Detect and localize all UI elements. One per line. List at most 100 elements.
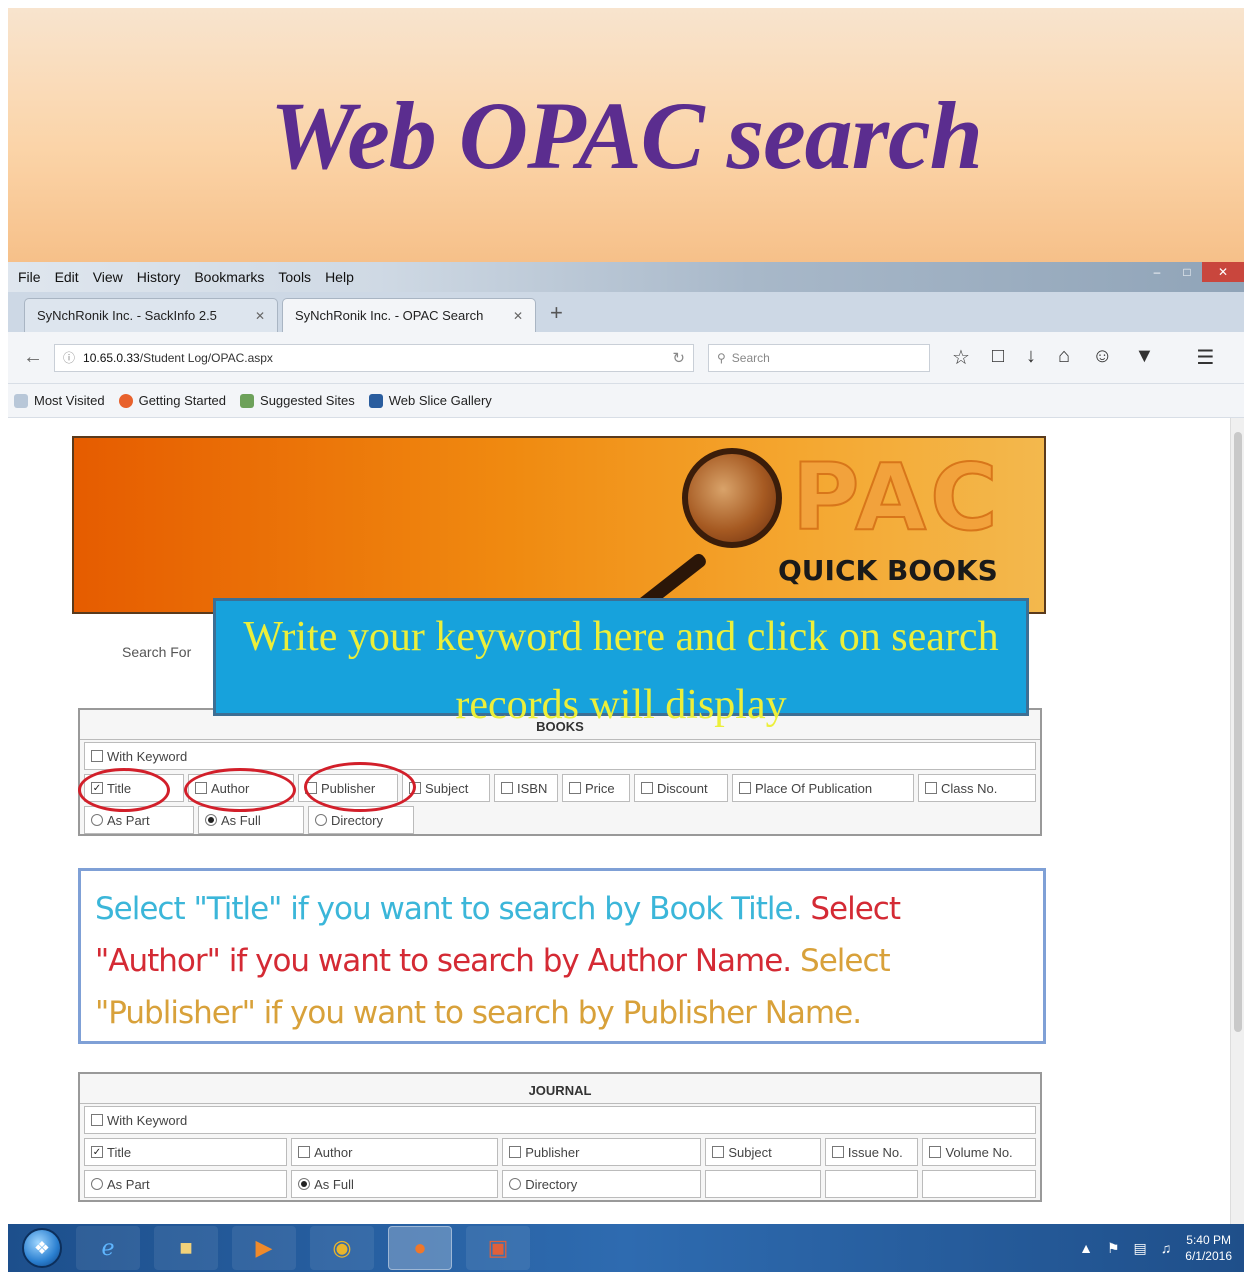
radio-circle	[91, 814, 103, 826]
checkbox-box	[929, 1146, 942, 1158]
bookmark-label: Web Slice Gallery	[388, 393, 492, 408]
checkbox-box	[91, 750, 103, 762]
close-tab-icon[interactable]: ✕	[513, 309, 523, 323]
title-highlight-ring	[78, 768, 170, 812]
journal-title-checkbox[interactable]: ✓ Title	[84, 1138, 288, 1166]
close-window-button[interactable]: ✕	[1202, 262, 1244, 282]
window-controls: – □ ✕	[1142, 262, 1244, 284]
checkbox-label: With Keyword	[107, 748, 188, 764]
journal-match-row: As Part As Full Directory	[84, 1170, 1036, 1200]
checkbox-label: Subject	[425, 780, 469, 796]
checkbox-box	[501, 782, 513, 794]
books-isbn-checkbox[interactable]: ISBN	[494, 774, 558, 802]
journal-fields-row: ✓ Title Author Publisher Subject Issue No…	[84, 1138, 1036, 1168]
books-discount-checkbox[interactable]: Discount	[634, 774, 728, 802]
flag-icon[interactable]: ⚑	[1107, 1240, 1120, 1257]
checkbox-label: With Keyword	[107, 1112, 188, 1128]
journal-directory-radio[interactable]: Directory	[502, 1170, 702, 1198]
scrollbar-thumb[interactable]	[1234, 432, 1242, 1032]
reload-icon[interactable]: ↻	[672, 349, 685, 367]
search-placeholder: Search	[731, 350, 770, 365]
checkbox-label: Place Of Publication	[755, 780, 873, 796]
url-text: 10.65.0.33/Student Log/OPAC.aspx	[83, 351, 664, 365]
checkbox-label: Publisher	[525, 1144, 580, 1160]
checkbox-label: Price	[585, 780, 615, 796]
back-arrow-icon[interactable]: ←	[18, 346, 48, 369]
menu-edit[interactable]: Edit	[55, 269, 79, 285]
radio-label: As Full	[221, 812, 261, 828]
home-icon[interactable]: ⌂	[1058, 345, 1070, 370]
clipboard-icon[interactable]: □	[992, 345, 1004, 370]
bookmark-star-icon[interactable]: ☆	[952, 345, 970, 370]
address-bar[interactable]: ⓘ 10.65.0.33/Student Log/OPAC.aspx ↻	[54, 343, 694, 372]
menu-bar: File Edit View History Bookmarks Tools H…	[8, 262, 1244, 292]
hamburger-menu-icon[interactable]: ☰	[1196, 345, 1214, 370]
books-price-checkbox[interactable]: Price	[562, 774, 630, 802]
journal-subject-checkbox[interactable]: Subject	[705, 1138, 821, 1166]
checkbox-box: ✓	[91, 1146, 103, 1158]
radio-label: Directory	[331, 812, 384, 828]
powerpoint-icon: ▣	[487, 1235, 509, 1260]
taskbar-firefox[interactable]: ●	[388, 1226, 452, 1270]
info-title-text: Select "Title" if you want to search by …	[95, 891, 802, 927]
menu-tools[interactable]: Tools	[278, 269, 311, 285]
slide-title-bar: Web OPAC search	[8, 8, 1244, 262]
journal-as-full-radio[interactable]: As Full	[291, 1170, 499, 1198]
volume-icon[interactable]: ♫	[1161, 1240, 1172, 1256]
taskbar-media-player[interactable]: ▶	[232, 1226, 296, 1270]
menu-file[interactable]: File	[18, 269, 41, 285]
folder-icon	[14, 393, 28, 408]
journal-publisher-checkbox[interactable]: Publisher	[502, 1138, 702, 1166]
books-with-keyword-checkbox[interactable]: With Keyword	[84, 742, 1036, 770]
journal-with-keyword-checkbox[interactable]: With Keyword	[84, 1106, 1036, 1134]
menu-bookmarks[interactable]: Bookmarks	[194, 269, 264, 285]
books-class-no-checkbox[interactable]: Class No.	[918, 774, 1036, 802]
taskbar-explorer[interactable]: ■	[154, 1226, 218, 1270]
bookmark-label: Getting Started	[138, 393, 227, 408]
tab-sackinfo[interactable]: SyNchRonik Inc. - SackInfo 2.5 ✕	[24, 298, 278, 332]
web-slice-icon	[368, 393, 383, 408]
smiley-icon[interactable]: ☺	[1092, 345, 1112, 370]
info-icon[interactable]: ⓘ	[63, 349, 75, 366]
tab-opac-search[interactable]: SyNchRonik Inc. - OPAC Search ✕	[282, 298, 536, 332]
clock[interactable]: 5:40 PM 6/1/2016	[1185, 1232, 1232, 1264]
windows-taskbar: ❖ ℯ ■ ▶ ◉ ● ▣ ▲ ⚑ ▤ ♫ 5:40 PM 6/1/2016	[8, 1224, 1244, 1272]
publisher-highlight-ring	[304, 762, 416, 812]
journal-as-part-radio[interactable]: As Part	[84, 1170, 288, 1198]
pocket-icon[interactable]: ▼	[1135, 345, 1155, 370]
maximize-button[interactable]: □	[1172, 262, 1202, 282]
checkbox-box	[569, 782, 581, 794]
journal-volume-no-checkbox[interactable]: Volume No.	[922, 1138, 1036, 1166]
minimize-button[interactable]: –	[1142, 262, 1172, 282]
vertical-scrollbar[interactable]	[1230, 418, 1244, 1224]
radio-circle	[91, 1178, 103, 1190]
close-tab-icon[interactable]: ✕	[255, 309, 265, 323]
search-box[interactable]: ⚲ Search	[708, 343, 930, 372]
show-hidden-icons-icon[interactable]: ▲	[1079, 1240, 1093, 1256]
tab-label: SyNchRonik Inc. - OPAC Search	[295, 308, 484, 323]
banner-subtitle: QUICK BOOKS	[778, 554, 998, 587]
taskbar-powerpoint[interactable]: ▣	[466, 1226, 530, 1270]
bookmarks-bar: Most Visited Getting Started Suggested S…	[8, 384, 1244, 418]
bookmark-label: Suggested Sites	[260, 393, 355, 408]
bookmark-web-slice-gallery[interactable]: Web Slice Gallery	[368, 393, 492, 408]
journal-author-checkbox[interactable]: Author	[291, 1138, 499, 1166]
bookmark-getting-started[interactable]: Getting Started	[118, 393, 227, 408]
taskbar-chrome[interactable]: ◉	[310, 1226, 374, 1270]
menu-view[interactable]: View	[93, 269, 123, 285]
start-button[interactable]: ❖	[22, 1228, 62, 1268]
opac-banner: PAC QUICK BOOKS	[72, 436, 1046, 631]
radio-circle	[315, 814, 327, 826]
journal-legend: JOURNAL	[80, 1074, 1040, 1104]
taskbar-ie[interactable]: ℯ	[76, 1226, 140, 1270]
checkbox-box	[91, 1114, 103, 1126]
download-icon[interactable]: ↓	[1026, 345, 1036, 370]
network-icon[interactable]: ▤	[1134, 1240, 1147, 1257]
books-place-of-publication-checkbox[interactable]: Place Of Publication	[732, 774, 914, 802]
journal-issue-no-checkbox[interactable]: Issue No.	[824, 1138, 919, 1166]
new-tab-icon[interactable]: +	[550, 300, 563, 326]
menu-history[interactable]: History	[137, 269, 181, 285]
bookmark-suggested-sites[interactable]: Suggested Sites	[240, 393, 355, 408]
menu-help[interactable]: Help	[325, 269, 354, 285]
bookmark-most-visited[interactable]: Most Visited	[14, 393, 105, 408]
